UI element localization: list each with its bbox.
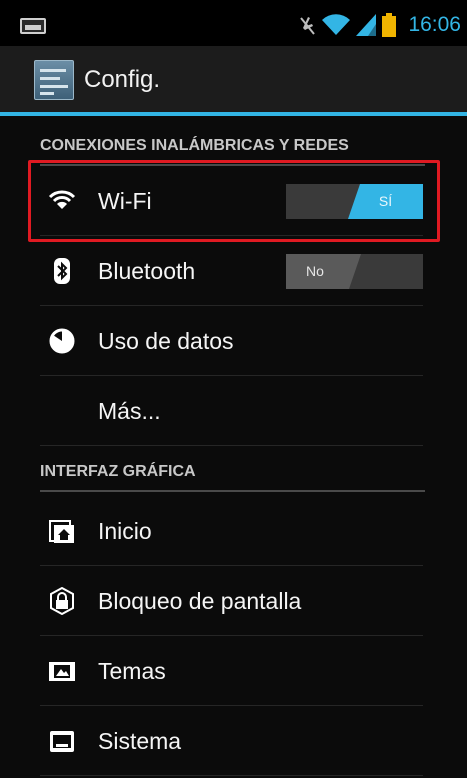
wifi-toggle-on: SÍ — [348, 184, 423, 219]
home-icon — [49, 520, 74, 543]
setting-item-more[interactable]: Más... — [40, 376, 423, 446]
setting-item-data-usage[interactable]: Uso de datos — [40, 306, 423, 376]
wifi-toggle[interactable]: SÍ — [286, 184, 423, 219]
setting-item-wifi[interactable]: Wi-Fi SÍ — [40, 166, 423, 236]
setting-label-bluetooth: Bluetooth — [98, 258, 196, 284]
setting-label-data-usage: Uso de datos — [98, 328, 234, 354]
setting-label-screen-lock: Bloqueo de pantalla — [98, 588, 302, 614]
setting-item-themes[interactable]: Temas — [40, 636, 423, 706]
setting-label-system: Sistema — [98, 728, 182, 754]
data-usage-icon — [49, 328, 75, 354]
setting-item-system[interactable]: Sistema — [40, 706, 423, 776]
wifi-icon — [322, 14, 351, 36]
bluetooth-toggle[interactable]: No — [286, 254, 423, 289]
app-title[interactable]: Config. — [84, 66, 160, 94]
signal-icon — [356, 14, 377, 36]
section-header-interface: INTERFAZ GRÁFICA — [40, 452, 425, 492]
wifi-icon — [48, 190, 76, 209]
bluetooth-toggle-off: No — [286, 254, 361, 289]
settings-app-icon[interactable] — [34, 60, 74, 100]
system-icon — [50, 731, 74, 752]
status-icons: 16:06 — [300, 12, 461, 38]
lock-icon — [50, 587, 74, 615]
setting-label-more: Más... — [98, 398, 161, 424]
battery-icon — [382, 13, 397, 37]
setting-label-home: Inicio — [98, 518, 152, 544]
setting-item-screen-lock[interactable]: Bloqueo de pantalla — [40, 566, 423, 636]
setting-item-bluetooth[interactable]: Bluetooth No — [40, 236, 423, 306]
themes-icon — [49, 662, 75, 681]
action-bar: Config. — [0, 46, 467, 116]
status-bar: 16:06 — [0, 0, 467, 46]
setting-item-home[interactable]: Inicio — [40, 496, 423, 566]
notification-icon — [20, 18, 46, 34]
mute-icon — [300, 17, 316, 35]
setting-label-wifi: Wi-Fi — [98, 188, 152, 214]
bluetooth-icon — [54, 258, 70, 284]
status-time: 16:06 — [408, 13, 461, 36]
setting-label-themes: Temas — [98, 658, 166, 684]
section-header-wireless: CONEXIONES INALÁMBRICAS Y REDES — [40, 126, 425, 166]
